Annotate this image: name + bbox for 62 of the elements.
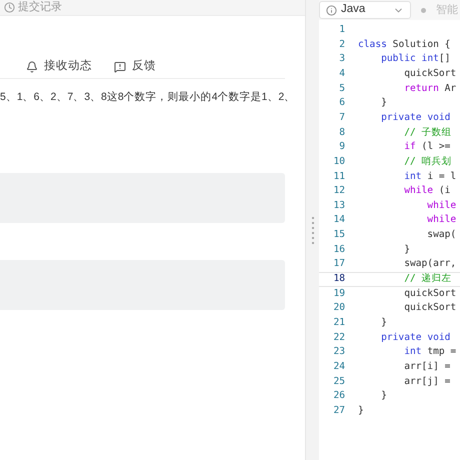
code-text: } <box>380 316 387 330</box>
code-text: } <box>403 242 410 257</box>
feedback-icon <box>114 60 126 72</box>
code-text: // 哨兵划 <box>403 154 452 169</box>
line-number: 22 <box>332 330 345 345</box>
line-number: 18 <box>332 272 345 286</box>
line-number: 1 <box>338 23 345 38</box>
code-text: quickSort <box>403 286 456 301</box>
code-text: swap( <box>426 228 456 242</box>
line-number: 14 <box>332 213 345 228</box>
line-number: 2 <box>338 38 345 52</box>
bell-icon <box>26 60 38 72</box>
line-number: 6 <box>338 96 345 110</box>
line-number: 8 <box>338 126 345 140</box>
line-number: 27 <box>332 404 345 418</box>
line-number: 19 <box>332 286 345 301</box>
line-number: 5 <box>338 82 345 96</box>
line-number: 20 <box>332 301 345 316</box>
code-text: while (i <box>403 184 450 198</box>
problem-tab[interactable]: 反馈 <box>114 58 156 76</box>
language-dropdown[interactable]: Java <box>319 1 411 19</box>
line-number: 12 <box>332 184 345 198</box>
line-number: 15 <box>332 228 345 242</box>
code-text: quickSort <box>403 67 456 82</box>
code-text: int tmp = <box>403 345 456 360</box>
line-number: 16 <box>332 242 345 257</box>
code-text: // 子数组 <box>403 126 452 140</box>
code-text: } <box>380 96 387 110</box>
code-text: swap(arr, <box>403 257 456 272</box>
line-number: 10 <box>332 154 345 169</box>
line-number: 21 <box>332 316 345 330</box>
line-number: 25 <box>332 374 345 388</box>
line-number: 11 <box>332 170 345 184</box>
code-text: if (l >= <box>403 140 450 154</box>
line-number: 3 <box>338 52 345 66</box>
clock-icon <box>4 2 15 13</box>
line-number: 23 <box>332 345 345 360</box>
line-number: 24 <box>332 360 345 374</box>
code-text: private void <box>380 330 450 345</box>
line-number: 13 <box>332 198 345 213</box>
line-number: 17 <box>332 257 345 272</box>
code-text: return Ar <box>403 82 456 96</box>
code-text: // 递归左 <box>403 272 452 286</box>
code-text: public int[] <box>380 52 450 66</box>
code-text: arr[j] = <box>403 374 450 388</box>
line-number: 7 <box>338 110 345 125</box>
code-text: quickSort <box>403 301 456 316</box>
code-text: int i = l <box>403 170 456 184</box>
code-text: class Solution { <box>358 38 450 52</box>
line-number: 9 <box>338 140 345 154</box>
code-text: arr[i] = <box>403 360 450 374</box>
line-number: 26 <box>332 389 345 404</box>
panel-resize-handle[interactable] <box>305 0 319 460</box>
code-text: while <box>426 198 456 213</box>
line-number: 4 <box>338 67 345 82</box>
code-text: while <box>426 213 456 228</box>
code-text: } <box>380 389 387 404</box>
info-icon <box>326 4 337 16</box>
problem-tab[interactable]: 接收动态 <box>26 58 92 76</box>
problem-description: 5、1、6、2、7、3、8这8个数字，则最小的4个数字是1、2、 <box>0 90 296 105</box>
code-text: private void <box>380 110 450 125</box>
code-text: } <box>358 404 364 418</box>
